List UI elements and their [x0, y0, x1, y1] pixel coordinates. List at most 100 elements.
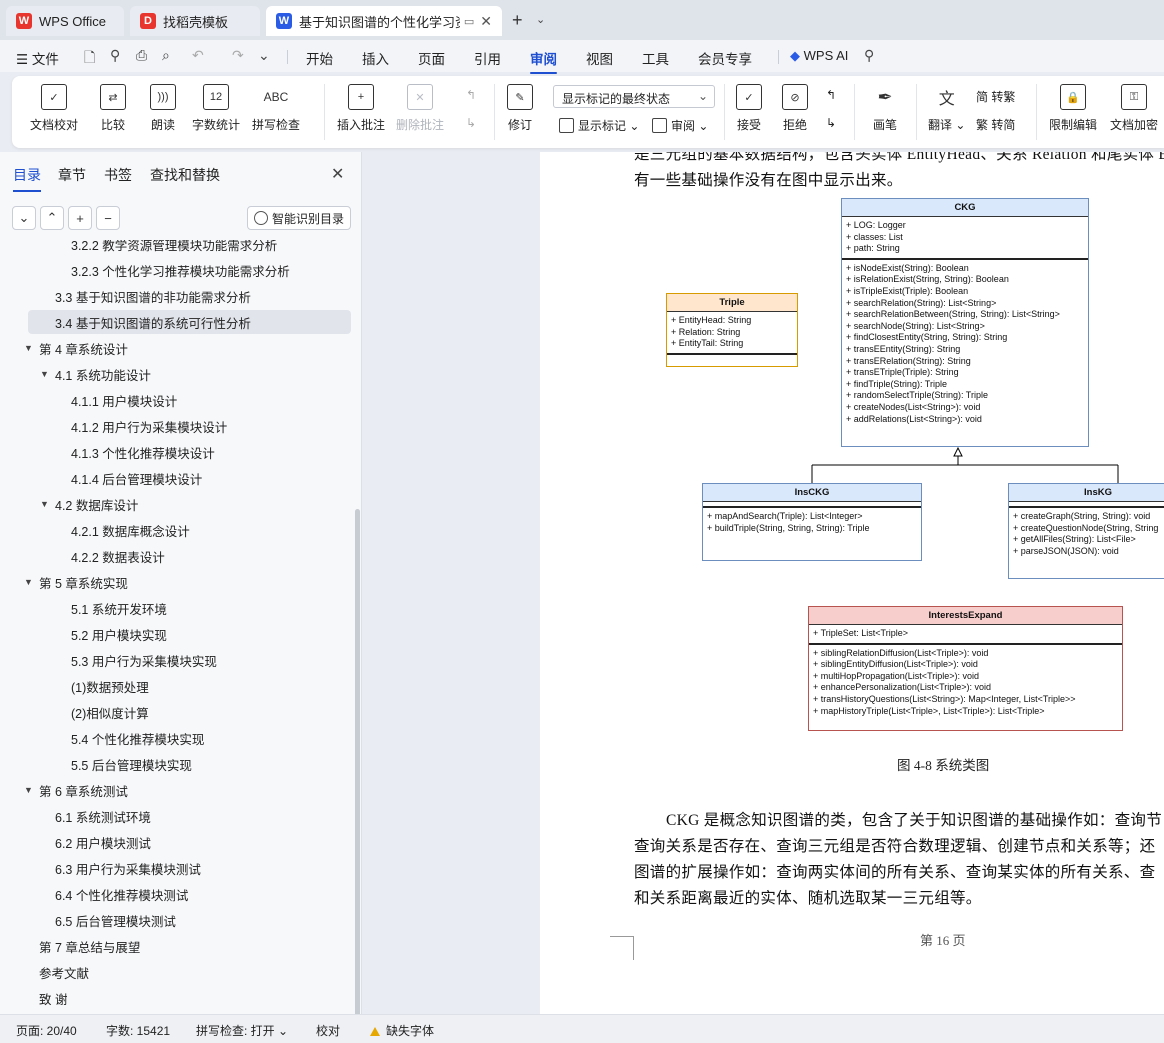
toc-item[interactable]: 4.2.2 数据表设计: [28, 544, 351, 568]
spell-check-button[interactable]: ABC 拼写检查: [252, 84, 300, 133]
toc-item[interactable]: 4.1.3 个性化推荐模块设计: [28, 440, 351, 464]
menu-reference[interactable]: 引用: [474, 48, 501, 68]
toc-item[interactable]: 3.2.3 个性化学习推荐模块功能需求分析: [28, 258, 351, 282]
tab-find-replace[interactable]: 查找和替换: [150, 165, 220, 185]
proofread-status[interactable]: 校对: [316, 1022, 340, 1039]
page-indicator[interactable]: 页面: 20/40: [16, 1022, 77, 1039]
toc-item[interactable]: 4.1.1 用户模块设计: [28, 388, 351, 412]
reject-button[interactable]: ⊘ 拒绝: [782, 84, 808, 133]
add-icon[interactable]: +: [68, 206, 92, 230]
tab-bookmarks[interactable]: 书签: [104, 165, 132, 185]
delete-comment-button[interactable]: ✕ 删除批注: [396, 84, 444, 133]
chevron-up-icon[interactable]: ⌃: [40, 206, 64, 230]
translate-button[interactable]: 文 翻译 ⌄: [928, 84, 965, 133]
toc-item[interactable]: ▼ 4.2 数据库设计: [28, 492, 351, 516]
new-tab-icon[interactable]: +: [512, 10, 523, 31]
redo-icon[interactable]: ↷: [232, 47, 244, 64]
expand-arrow-icon[interactable]: ▼: [24, 785, 33, 795]
next-comment-icon[interactable]: ↳: [466, 116, 476, 130]
insert-comment-button[interactable]: + 插入批注: [337, 84, 385, 133]
close-icon[interactable]: ✕: [331, 164, 344, 184]
word-count-indicator[interactable]: 字数: 15421: [106, 1022, 170, 1039]
compare-button[interactable]: ⇄ 比较: [100, 84, 126, 133]
markup-state-select[interactable]: 显示标记的最终状态 ⌄: [553, 85, 715, 108]
menu-member[interactable]: 会员专享: [698, 48, 752, 68]
monitor-icon[interactable]: ▭: [464, 15, 474, 28]
menu-review[interactable]: 审阅: [530, 48, 557, 74]
toc-item[interactable]: 5.1 系统开发环境: [28, 596, 351, 620]
tab-chapters[interactable]: 章节: [58, 165, 86, 185]
restrict-edit-button[interactable]: 🔒 限制编辑: [1049, 84, 1097, 133]
toc-item[interactable]: 4.1.2 用户行为采集模块设计: [28, 414, 351, 438]
close-tab-icon[interactable]: ✕: [480, 13, 492, 30]
expand-arrow-icon[interactable]: ▼: [40, 499, 49, 509]
doc-encrypt-button[interactable]: ⚿ 文档加密: [1110, 84, 1158, 133]
tab-wps-office[interactable]: W WPS Office: [6, 6, 124, 36]
pen-button[interactable]: ✒ 画笔: [872, 84, 898, 133]
toc-item[interactable]: 4.2.1 数据库概念设计: [28, 518, 351, 542]
expand-arrow-icon[interactable]: ▼: [24, 343, 33, 353]
save-icon[interactable]: 🗋: [84, 47, 95, 71]
tab-document[interactable]: W 基于知识图谱的个性化学习资 ▭ ✕: [266, 6, 502, 36]
toc-item[interactable]: 6.1 系统测试环境: [28, 804, 351, 828]
toc-item[interactable]: 3.3 基于知识图谱的非功能需求分析: [28, 284, 351, 308]
toc-item[interactable]: 4.1.4 后台管理模块设计: [28, 466, 351, 490]
toc-item[interactable]: 6.5 后台管理模块测试: [28, 908, 351, 932]
share-icon[interactable]: ⚲: [110, 47, 120, 64]
wps-ai-button[interactable]: ◆ WPS AI: [790, 48, 848, 64]
toc-item[interactable]: ▼ 4.1 系统功能设计: [28, 362, 351, 386]
expand-arrow-icon[interactable]: ▼: [24, 577, 33, 587]
to-traditional-button[interactable]: 简 转繁: [976, 88, 1015, 105]
spell-check-status[interactable]: 拼写检查: 打开 ⌄: [196, 1022, 288, 1039]
menu-view[interactable]: 视图: [586, 48, 613, 68]
more-icon[interactable]: ⌄: [258, 47, 270, 64]
ai-toc-button[interactable]: 智能识别目录: [247, 206, 351, 230]
word-count-button[interactable]: 12 字数统计: [192, 84, 240, 133]
expand-arrow-icon[interactable]: ▼: [40, 369, 49, 379]
minus-icon[interactable]: −: [96, 206, 120, 230]
undo-icon[interactable]: ↶: [192, 47, 204, 64]
toc-item[interactable]: 6.3 用户行为采集模块测试: [28, 856, 351, 880]
toc-item[interactable]: 6.2 用户模块测试: [28, 830, 351, 854]
toc-item[interactable]: 3.4 基于知识图谱的系统可行性分析: [28, 310, 351, 334]
show-marks-button[interactable]: 显示标记 ⌄: [559, 117, 639, 134]
chevron-down-icon[interactable]: ⌄: [12, 206, 36, 230]
tab-toc[interactable]: 目录: [13, 165, 41, 192]
prev-comment-icon[interactable]: ↰: [466, 88, 476, 102]
revise-button[interactable]: ✎ 修订: [507, 84, 533, 133]
menu-page[interactable]: 页面: [418, 48, 445, 68]
toc-item[interactable]: 5.3 用户行为采集模块实现: [28, 648, 351, 672]
accept-button[interactable]: ✓ 接受: [736, 84, 762, 133]
print-preview-icon[interactable]: ⌕: [162, 47, 170, 64]
review-pane-button[interactable]: 审阅 ⌄: [652, 117, 708, 134]
toc-item[interactable]: 第 7 章总结与展望: [28, 934, 351, 958]
document-page[interactable]: 是三元组的基本数据结构，包含头实体 EntityHead、关系 Relation…: [540, 152, 1164, 1014]
prev-change-icon[interactable]: ↰: [826, 88, 836, 102]
read-aloud-button[interactable]: ))) 朗读: [150, 84, 176, 133]
toc-item[interactable]: 致 谢: [28, 986, 351, 1010]
menu-tools[interactable]: 工具: [642, 48, 669, 68]
toc-item[interactable]: 3.2.2 教学资源管理模块功能需求分析: [28, 240, 351, 256]
file-menu[interactable]: ☰ 文件: [16, 48, 59, 68]
tab-template[interactable]: D 找稻壳模板: [130, 6, 260, 36]
chevron-down-icon[interactable]: ⌄: [536, 13, 545, 26]
menu-start[interactable]: 开始: [306, 48, 333, 68]
toc-item[interactable]: ▼ 第 6 章系统测试: [24, 778, 351, 802]
toc-item[interactable]: ▼ 第 5 章系统实现: [24, 570, 351, 594]
toc-item[interactable]: 5.4 个性化推荐模块实现: [28, 726, 351, 750]
toc-item[interactable]: (2)相似度计算: [28, 700, 351, 724]
toc-item[interactable]: 5.5 后台管理模块实现: [28, 752, 351, 776]
search-icon[interactable]: ⚲: [864, 47, 874, 64]
menu-insert[interactable]: 插入: [362, 48, 389, 68]
toc-item[interactable]: 5.2 用户模块实现: [28, 622, 351, 646]
print-icon[interactable]: ⎙: [136, 47, 147, 64]
next-change-icon[interactable]: ↳: [826, 116, 836, 130]
missing-font-status[interactable]: 缺失字体: [370, 1022, 434, 1039]
doc-check-button[interactable]: ✓ 文档校对: [30, 84, 78, 133]
to-simplified-button[interactable]: 繁 转简: [976, 116, 1015, 133]
toc-item[interactable]: (1)数据预处理: [28, 674, 351, 698]
toc-item[interactable]: 6.4 个性化推荐模块测试: [28, 882, 351, 906]
toc-item[interactable]: 参考文献: [28, 960, 351, 984]
toc-item[interactable]: ▼ 第 4 章系统设计: [24, 336, 351, 360]
toc-scrollbar[interactable]: [355, 509, 360, 1017]
